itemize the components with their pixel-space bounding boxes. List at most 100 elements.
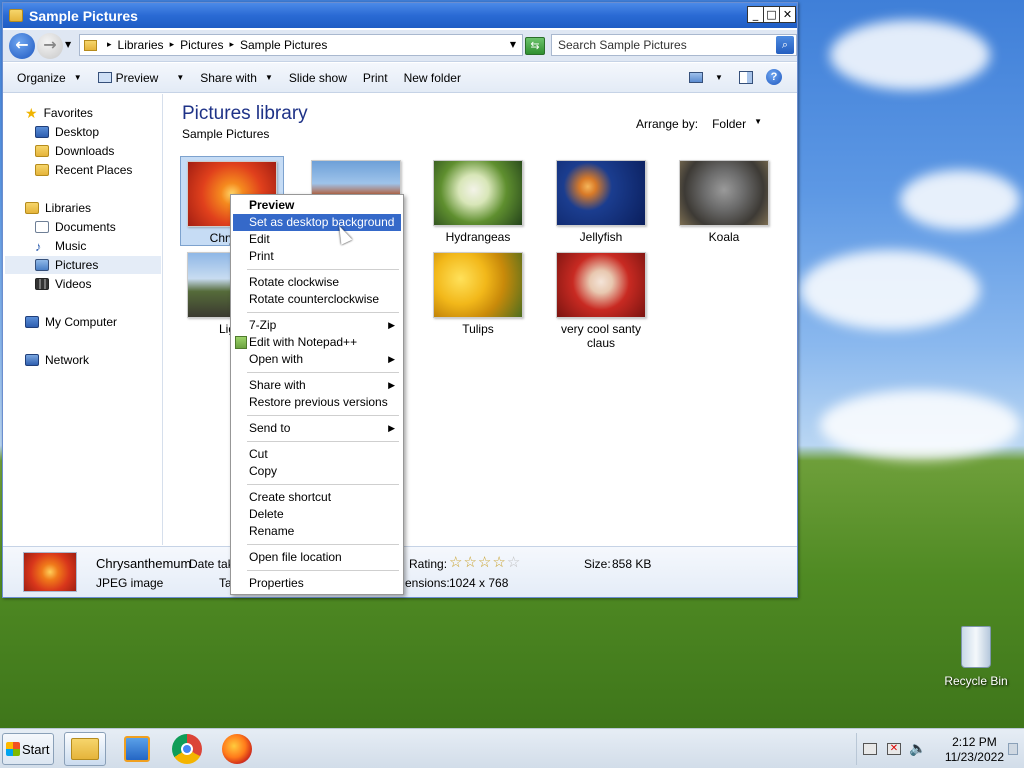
star-icon[interactable]: ☆ [507,554,521,571]
back-button[interactable]: ← [9,33,35,59]
chevron-down-icon[interactable]: ▼ [754,117,762,131]
menu-item-rotate-clockwise[interactable]: Rotate clockwise [233,274,401,291]
share-with-menu[interactable]: Share with ▼ [192,71,281,85]
chevron-down-icon[interactable]: ▼ [176,73,184,82]
slide-show-button[interactable]: Slide show [281,71,355,85]
star-icon[interactable]: ☆ [492,554,506,571]
menu-separator [247,441,399,442]
address-dropdown-icon[interactable]: ▼ [510,40,516,49]
volume-icon[interactable]: 🔈 [909,740,926,757]
menu-item-rotate-counterclockwise[interactable]: Rotate counterclockwise [233,291,401,308]
start-label: Start [22,741,50,757]
preview-button[interactable]: Preview ▼ [90,71,193,85]
nav-downloads[interactable]: Downloads [35,142,114,160]
nav-videos[interactable]: Videos [35,275,91,293]
crumb-pictures[interactable]: Pictures [180,38,223,52]
details-size-label: Size: [584,557,611,571]
nav-documents[interactable]: Documents [35,218,116,236]
nav-desktop[interactable]: Desktop [35,123,99,141]
menu-label: Cut [249,447,268,461]
star-icon[interactable]: ☆ [449,554,463,571]
star-icon[interactable]: ☆ [478,554,492,571]
maximize-button[interactable]: □ [763,6,780,23]
nav-recent-places[interactable]: Recent Places [35,161,132,179]
file-jellyfish[interactable]: Jellyfish [549,160,653,244]
menu-item-copy[interactable]: Copy [233,463,401,480]
menu-item-7zip[interactable]: 7-Zip ▶ [233,317,401,334]
file-koala[interactable]: Koala [672,160,776,244]
taskbar-chrome[interactable] [166,732,208,766]
menu-item-share-with[interactable]: Share with ▶ [233,377,401,394]
taskbar-firefox[interactable] [216,732,258,766]
change-view-icon[interactable] [689,72,703,83]
nav-libraries[interactable]: Libraries [25,199,91,217]
search-icon[interactable]: ⌕ [776,36,794,54]
file-santy-claus[interactable]: very cool santy claus [549,252,653,350]
star-icon: ★ [25,104,38,121]
breadcrumb[interactable]: ▸ Libraries ▸ Pictures ▸ Sample Pictures… [79,34,523,56]
menu-item-properties[interactable]: Properties [233,575,401,592]
menu-item-delete[interactable]: Delete [233,506,401,523]
menu-item-edit-with-notepad[interactable]: Edit with Notepad++ [233,334,401,351]
videos-icon [35,278,49,290]
menu-item-edit[interactable]: Edit [233,231,401,248]
clock[interactable]: 2:12 PM 11/23/2022 [945,735,1004,765]
nav-music[interactable]: ♪ Music [35,237,86,255]
crumb-sample-pictures[interactable]: Sample Pictures [240,38,327,52]
taskbar-explorer[interactable] [64,732,106,766]
title-bar[interactable]: Sample Pictures _ □ ✕ [3,3,797,28]
search-input[interactable]: Search Sample Pictures ⌕ [551,34,797,56]
downloads-icon [35,145,49,157]
rating-stars[interactable]: ☆☆☆☆☆ [449,553,521,571]
taskbar-media-player[interactable] [116,732,158,766]
nav-documents-label: Documents [55,220,116,234]
file-hydrangeas[interactable]: Hydrangeas [426,160,530,244]
recent-pages-chevron-icon[interactable]: ▼ [65,40,71,49]
nav-network-label: Network [45,353,90,367]
view-options-chevron-icon[interactable]: ▼ [715,73,723,82]
new-folder-button[interactable]: New folder [396,71,469,85]
action-center-icon[interactable] [863,743,877,755]
crumb-libraries[interactable]: Libraries [118,38,164,52]
menu-item-rename[interactable]: Rename [233,523,401,540]
menu-item-restore-previous-versions[interactable]: Restore previous versions [233,394,401,411]
menu-item-cut[interactable]: Cut [233,446,401,463]
preview-pane-icon[interactable] [739,71,753,84]
menu-item-create-shortcut[interactable]: Create shortcut [233,489,401,506]
forward-button[interactable]: → [37,33,63,59]
start-button[interactable]: Start [2,733,54,765]
nav-network[interactable]: Network [25,351,89,369]
music-icon: ♪ [35,238,42,254]
menu-item-send-to[interactable]: Send to ▶ [233,420,401,437]
breadcrumb-separator-icon[interactable]: ▸ [107,40,112,50]
show-desktop-button[interactable] [1008,743,1018,755]
refresh-icon[interactable]: ⇆ [525,37,545,55]
menu-item-open-file-location[interactable]: Open file location [233,549,401,566]
breadcrumb-separator-icon[interactable]: ▸ [170,40,175,50]
organize-menu[interactable]: Organize ▼ [3,71,90,85]
menu-label: Edit with Notepad++ [249,335,358,349]
minimize-button[interactable]: _ [747,6,764,23]
menu-separator [247,372,399,373]
nav-favorites[interactable]: ★ Favorites [25,104,93,122]
jellyfish-thumbnail [556,160,646,226]
help-icon[interactable]: ? [766,69,782,85]
breadcrumb-separator-icon[interactable]: ▸ [229,40,234,50]
close-button[interactable]: ✕ [779,6,796,23]
organize-label: Organize [17,70,66,85]
arrange-value[interactable]: Folder [712,117,746,131]
menu-item-set-as-desktop-background[interactable]: Set as desktop background [233,214,401,231]
recycle-bin-icon [961,626,991,668]
menu-item-preview[interactable]: Preview [233,197,401,214]
star-icon[interactable]: ☆ [463,554,477,571]
preview-icon [97,72,112,83]
menu-item-open-with[interactable]: Open with ▶ [233,351,401,368]
nav-my-computer[interactable]: My Computer [25,313,117,331]
menu-item-print[interactable]: Print [233,248,401,265]
recycle-bin[interactable]: Recycle Bin [940,626,1012,688]
menu-separator [247,312,399,313]
nav-pictures[interactable]: Pictures [5,256,161,274]
network-disconnected-icon[interactable]: ✕ [887,743,901,755]
file-tulips[interactable]: Tulips [426,252,530,336]
print-button[interactable]: Print [355,71,396,85]
